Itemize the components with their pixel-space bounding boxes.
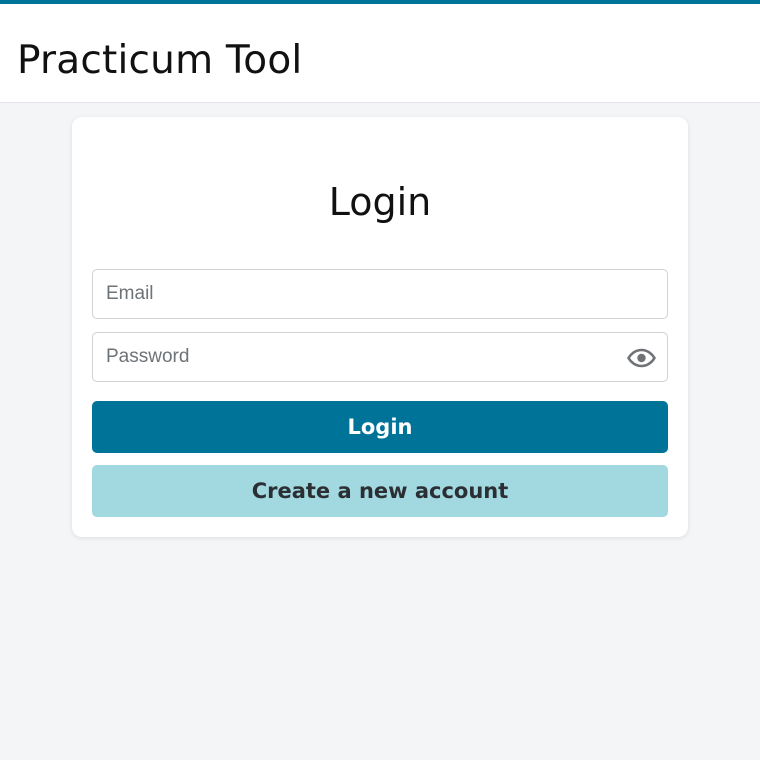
password-field-wrapper <box>92 332 668 382</box>
app-header: Practicum Tool <box>0 4 760 103</box>
password-input[interactable] <box>93 333 667 381</box>
eye-icon <box>626 348 656 368</box>
email-field-wrapper <box>92 269 668 319</box>
create-account-button[interactable]: Create a new account <box>92 465 668 517</box>
show-password-toggle[interactable] <box>626 345 656 371</box>
app-title: Practicum Tool <box>17 38 303 83</box>
login-button[interactable]: Login <box>92 401 668 453</box>
email-input[interactable] <box>93 270 667 318</box>
login-heading: Login <box>328 180 432 224</box>
